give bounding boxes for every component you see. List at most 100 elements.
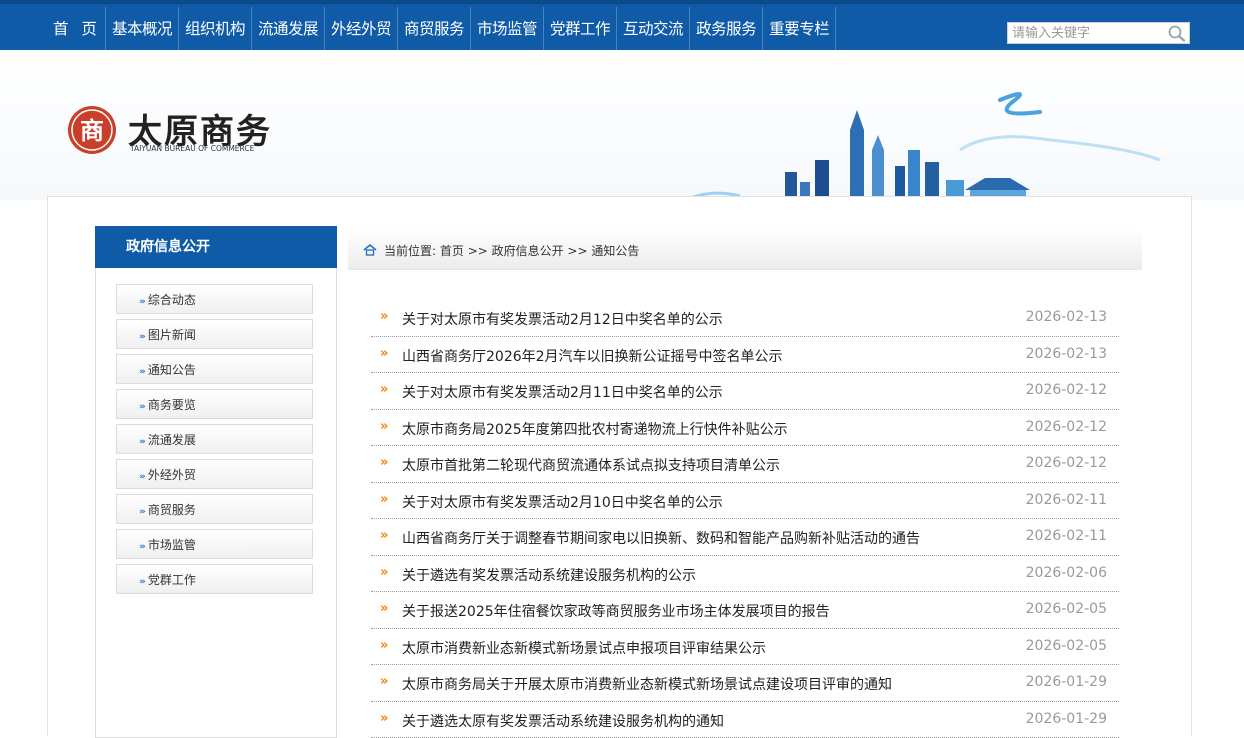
list-item-title[interactable]: 关于对太原市有奖发票活动2月12日中奖名单的公示: [402, 309, 723, 329]
list-item-title[interactable]: 关于遴选有奖发票活动系统建设服务机构的公示: [402, 565, 696, 585]
sidebar-item-label: 流通发展: [148, 433, 196, 447]
bullet-arrow-icon: »: [380, 346, 388, 361]
list-item-date: 2026-02-13: [1026, 346, 1107, 362]
list-item-date: 2026-02-13: [1026, 309, 1107, 325]
list-item: » 太原市商务局关于开展太原市消费新业态新模式新场景试点建设项目评审的通知 2026…: [371, 665, 1119, 702]
list-item-date: 2026-01-29: [1026, 674, 1107, 690]
main-menu: 首 页 基本概况 组织机构 流通发展 外经外贸 商贸服务 市场监管 党群工作 互…: [47, 7, 836, 51]
arrow-icon: ›››: [139, 367, 144, 377]
search-input[interactable]: [1008, 23, 1158, 43]
site-logo[interactable]: 商 太原商务 TAIYUAN BUREAU OF COMMERCE: [66, 104, 286, 164]
bullet-arrow-icon: »: [380, 638, 388, 653]
arrow-icon: ›››: [139, 577, 144, 587]
nav-item-interaction[interactable]: 互动交流: [617, 7, 690, 51]
nav-item-overview[interactable]: 基本概况: [106, 7, 179, 51]
sidebar-item-general-news[interactable]: ››› 综合动态: [116, 284, 313, 314]
list-item: » 山西省商务厅2026年2月汽车以旧换新公证摇号中签名单公示 2026-02-13: [371, 337, 1119, 374]
sidebar-item-trade-services[interactable]: ››› 商贸服务: [116, 494, 313, 524]
nav-item-gov-services[interactable]: 政务服务: [690, 7, 763, 51]
list-item: » 太原市消费新业态新模式新场景试点申报项目评审结果公示 2026-02-05: [371, 629, 1119, 666]
sidebar-item-label: 外经外贸: [148, 468, 196, 482]
nav-item-home[interactable]: 首 页: [47, 7, 106, 51]
nav-item-party-work[interactable]: 党群工作: [544, 7, 617, 51]
list-item-title[interactable]: 关于对太原市有奖发票活动2月10日中奖名单的公示: [402, 492, 723, 512]
nav-item-market-supervision[interactable]: 市场监管: [471, 7, 544, 51]
search-icon[interactable]: [1166, 24, 1188, 42]
list-item-date: 2026-02-12: [1026, 455, 1107, 471]
sidebar-item-commerce-overview[interactable]: ››› 商务要览: [116, 389, 313, 419]
sidebar-item-foreign-trade[interactable]: ››› 外经外贸: [116, 459, 313, 489]
list-item-title[interactable]: 太原市商务局关于开展太原市消费新业态新模式新场景试点建设项目评审的通知: [402, 674, 892, 694]
arrow-icon: ›››: [139, 472, 144, 482]
list-item-title[interactable]: 关于对太原市有奖发票活动2月11日中奖名单的公示: [402, 382, 723, 402]
sidebar-item-notices[interactable]: ››› 通知公告: [116, 354, 313, 384]
list-item: » 关于遴选有奖发票活动系统建设服务机构的公示 2026-02-06: [371, 556, 1119, 593]
nav-item-organization[interactable]: 组织机构: [179, 7, 252, 51]
arrow-icon: ›››: [139, 297, 144, 307]
list-item-title[interactable]: 山西省商务厅2026年2月汽车以旧换新公证摇号中签名单公示: [402, 346, 783, 366]
sidebar-item-label: 市场监管: [148, 538, 196, 552]
list-item: » 太原市首批第二轮现代商贸流通体系试点拟支持项目清单公示 2026-02-12: [371, 446, 1119, 483]
sidebar-item-market-supervision[interactable]: ››› 市场监管: [116, 529, 313, 559]
arrow-icon: ›››: [139, 542, 144, 552]
bullet-arrow-icon: »: [380, 711, 388, 726]
list-item-title[interactable]: 太原市首批第二轮现代商贸流通体系试点拟支持项目清单公示: [402, 455, 780, 475]
bullet-arrow-icon: »: [380, 565, 388, 580]
breadcrumb-path[interactable]: 首页 >> 政府信息公开 >> 通知公告: [440, 244, 639, 258]
list-item-title[interactable]: 关于报送2025年住宿餐饮家政等商贸服务业市场主体发展项目的报告: [402, 601, 830, 621]
bullet-arrow-icon: »: [380, 309, 388, 324]
breadcrumb-label: 当前位置:: [384, 244, 436, 258]
list-item-date: 2026-02-11: [1026, 528, 1107, 544]
bullet-arrow-icon: »: [380, 674, 388, 689]
list-item-date: 2026-02-06: [1026, 565, 1107, 581]
bullet-arrow-icon: »: [380, 382, 388, 397]
list-item-date: 2026-02-12: [1026, 419, 1107, 435]
list-item: » 关于报送2025年住宿餐饮家政等商贸服务业市场主体发展项目的报告 2026-02…: [371, 592, 1119, 629]
bullet-arrow-icon: »: [380, 455, 388, 470]
bullet-arrow-icon: »: [380, 528, 388, 543]
list-item: » 关于对太原市有奖发票活动2月10日中奖名单的公示 2026-02-11: [371, 483, 1119, 520]
list-item: » 关于对太原市有奖发票活动2月12日中奖名单的公示 2026-02-13: [371, 300, 1119, 337]
sidebar-item-label: 党群工作: [148, 573, 196, 587]
arrow-icon: ›››: [139, 332, 144, 342]
list-item-title[interactable]: 太原市商务局2025年度第四批农村寄递物流上行快件补贴公示: [402, 419, 788, 439]
arrow-icon: ›››: [139, 402, 144, 412]
list-item-date: 2026-02-11: [1026, 492, 1107, 508]
bullet-arrow-icon: »: [380, 419, 388, 434]
svg-text:商: 商: [80, 116, 104, 145]
list-item: » 太原市商务局2025年度第四批农村寄递物流上行快件补贴公示 2026-02-12: [371, 410, 1119, 447]
list-item-title[interactable]: 太原市消费新业态新模式新场景试点申报项目评审结果公示: [402, 638, 766, 658]
nav-item-special-columns[interactable]: 重要专栏: [763, 7, 836, 51]
sidebar-title: 政府信息公开: [95, 226, 337, 268]
list-item: »关于遴选太原有奖发票活动系统建设服务机构的通知2026-01-29: [371, 702, 1119, 738]
sidebar-item-label: 商务要览: [148, 398, 196, 412]
sidebar-item-party-work[interactable]: ››› 党群工作: [116, 564, 313, 594]
site-header: 商 太原商务 TAIYUAN BUREAU OF COMMERCE: [0, 50, 1244, 200]
list-item: » 山西省商务厅关于调整春节期间家电以旧换新、数码和智能产品购新补贴活动的通告 20…: [371, 519, 1119, 556]
top-nav-bar: 首 页 基本概况 组织机构 流通发展 外经外贸 商贸服务 市场监管 党群工作 互…: [0, 0, 1244, 50]
arrow-icon: ›››: [139, 507, 144, 517]
search-box: [1007, 22, 1190, 44]
list-item-date: 2026-02-12: [1026, 382, 1107, 398]
sidebar-item-label: 通知公告: [148, 363, 196, 377]
bullet-arrow-icon: »: [380, 601, 388, 616]
sidebar-item-label: 图片新闻: [148, 328, 196, 342]
logo-emblem-icon: 商: [66, 104, 118, 156]
sidebar-item-label: 商贸服务: [148, 503, 196, 517]
sidebar-item-circulation[interactable]: ››› 流通发展: [116, 424, 313, 454]
logo-subtitle: TAIYUAN BUREAU OF COMMERCE: [130, 144, 254, 153]
list-item-date: 2026-02-05: [1026, 638, 1107, 654]
sidebar-item-label: 综合动态: [148, 293, 196, 307]
nav-item-trade-services[interactable]: 商贸服务: [398, 7, 471, 51]
home-icon: [363, 244, 377, 256]
list-item: » 关于对太原市有奖发票活动2月11日中奖名单的公示 2026-02-12: [371, 373, 1119, 410]
list-item-title[interactable]: 关于遴选太原有奖发票活动系统建设服务机构的通知: [402, 711, 724, 731]
nav-item-circulation[interactable]: 流通发展: [252, 7, 325, 51]
breadcrumb: 当前位置: 首页 >> 政府信息公开 >> 通知公告: [348, 228, 1142, 270]
list-item-title[interactable]: 山西省商务厅关于调整春节期间家电以旧换新、数码和智能产品购新补贴活动的通告: [402, 528, 920, 548]
bullet-arrow-icon: »: [380, 492, 388, 507]
nav-item-foreign-trade[interactable]: 外经外贸: [325, 7, 398, 51]
sidebar-item-photo-news[interactable]: ››› 图片新闻: [116, 319, 313, 349]
arrow-icon: ›››: [139, 437, 144, 447]
list-item-date: 2026-02-05: [1026, 601, 1107, 617]
